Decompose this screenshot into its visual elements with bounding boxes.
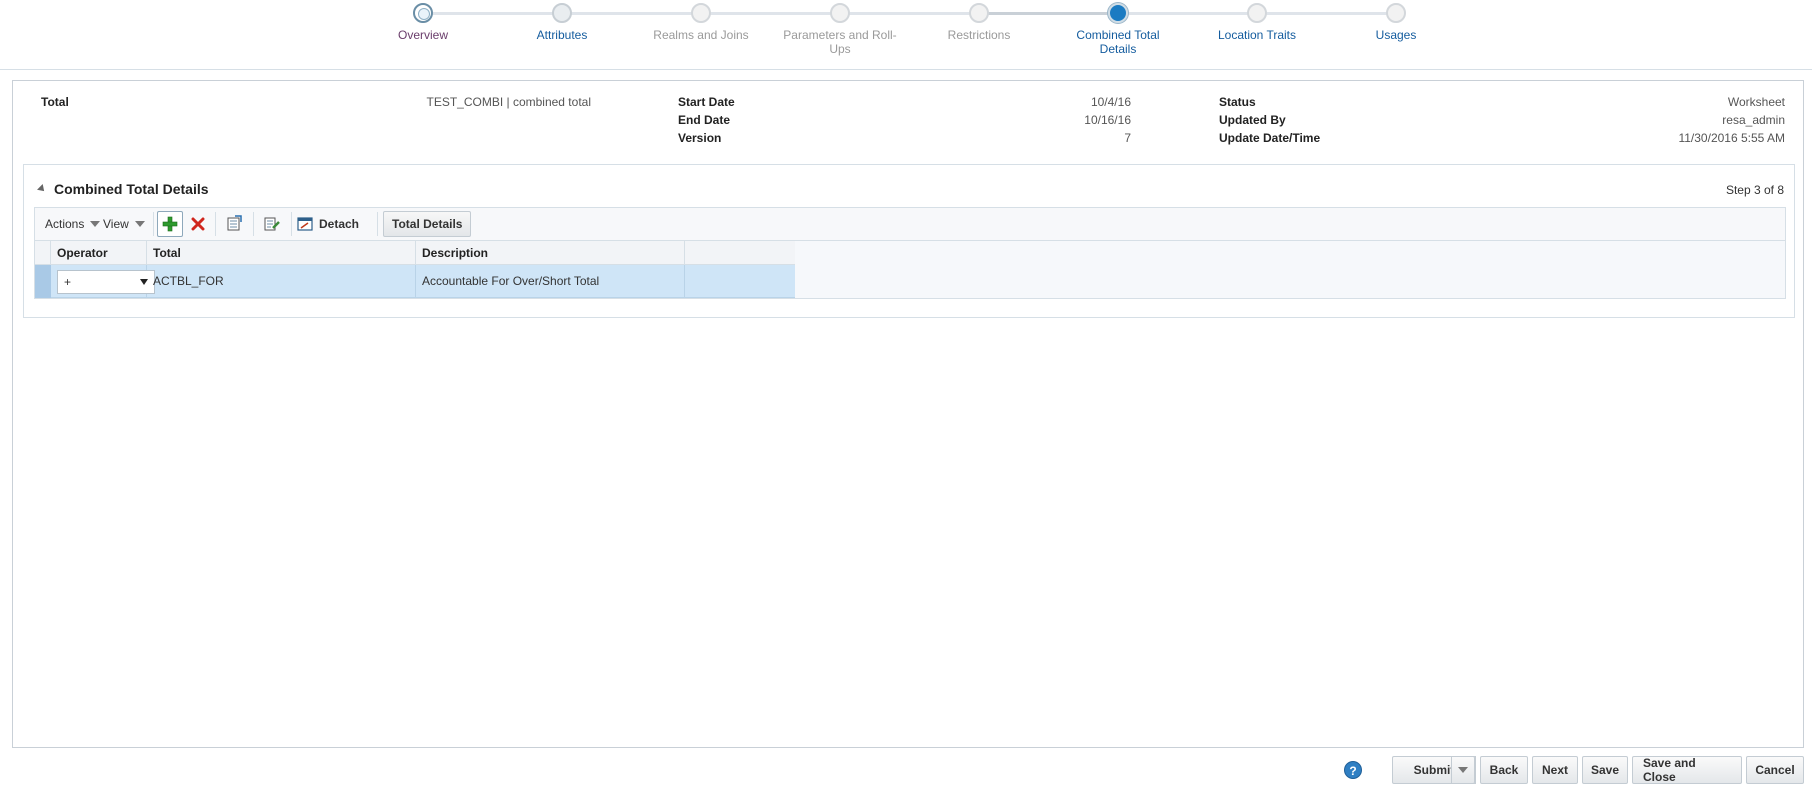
edit-button[interactable]	[259, 211, 285, 237]
train-stop-label[interactable]: Location Traits	[1187, 28, 1327, 42]
column-header-total[interactable]: Total	[147, 241, 416, 265]
toolbar-separator	[153, 212, 154, 236]
update-datetime-label: Update Date/Time	[1219, 131, 1321, 145]
column-header-description[interactable]: Description	[416, 241, 685, 265]
next-label: Next	[1542, 763, 1569, 777]
train-stop-realms-and-joins[interactable]: Realms and Joins	[631, 3, 771, 42]
detach-button[interactable]: Detach	[297, 208, 359, 240]
toolbar-separator	[253, 212, 254, 236]
combined-total-table: Operator Total Description + ACTBL_FOR A…	[34, 241, 1786, 299]
start-date-value: 10/4/16	[1090, 95, 1131, 109]
save-and-close-label: Save and Close	[1643, 756, 1696, 784]
delete-x-icon	[191, 217, 205, 231]
version-value: 7	[1124, 131, 1131, 145]
train-stop-usages-dot[interactable]	[1386, 3, 1406, 23]
train-stop-label[interactable]: Combined Total Details	[1068, 28, 1168, 56]
collapse-triangle-icon[interactable]	[37, 184, 47, 194]
table-toolbar: Actions View Detach Total Details	[34, 207, 1786, 241]
train-stop-restrictions[interactable]: Restrictions	[909, 3, 1049, 42]
train-stop-parameters[interactable]: Parameters and Roll-Ups	[770, 3, 910, 56]
row-selector[interactable]	[35, 265, 51, 298]
train-stop-attributes[interactable]: Attributes	[492, 3, 632, 42]
section-title: Combined Total Details	[54, 181, 209, 197]
train-stop-combined-total-details[interactable]: Combined Total Details	[1048, 3, 1188, 56]
actions-menu[interactable]: Actions	[45, 208, 101, 240]
view-menu[interactable]: View	[103, 208, 145, 240]
next-button[interactable]: Next	[1532, 756, 1578, 784]
cell-description: Accountable For Over/Short Total	[416, 265, 685, 298]
updated-by-value: resa_admin	[1722, 113, 1785, 127]
version-label: Version	[678, 131, 722, 145]
export-button[interactable]	[221, 211, 247, 237]
train-stop-label[interactable]: Overview	[353, 28, 493, 42]
train-stop-restrictions-dot[interactable]	[969, 3, 989, 23]
train-stop-current-dot[interactable]	[1108, 3, 1128, 23]
cell-total: ACTBL_FOR	[147, 265, 416, 298]
process-train: Overview Attributes Realms and Joins Par…	[0, 0, 1812, 70]
toolbar-separator	[215, 212, 216, 236]
plus-icon	[162, 216, 178, 232]
add-row-button[interactable]	[157, 211, 183, 237]
train-stop-label[interactable]: Restrictions	[909, 28, 1049, 42]
chevron-down-icon	[90, 221, 101, 227]
operator-select-value: +	[64, 275, 72, 289]
end-date-value: 10/16/16	[1084, 113, 1131, 127]
train-stop-label[interactable]: Attributes	[492, 28, 632, 42]
save-label: Save	[1590, 763, 1620, 777]
detach-window-icon	[297, 217, 313, 231]
total-details-label: Total Details	[392, 217, 463, 231]
cell-operator: +	[51, 265, 155, 298]
update-datetime-value: 11/30/2016 5:55 AM	[1678, 131, 1785, 145]
submit-menu-button[interactable]	[1451, 756, 1475, 784]
actions-menu-label: Actions	[45, 217, 85, 231]
train-stop-overview[interactable]: Overview	[353, 3, 493, 42]
table-header: Operator Total Description	[35, 241, 795, 265]
cancel-label: Cancel	[1755, 763, 1795, 777]
train-stop-usages[interactable]: Usages	[1326, 3, 1466, 42]
save-and-close-button[interactable]: Save and Close	[1632, 756, 1742, 784]
row-header-corner	[35, 241, 51, 265]
main-panel: Total TEST_COMBI | combined total Start …	[12, 80, 1804, 748]
toolbar-separator	[377, 212, 378, 236]
back-label: Back	[1489, 763, 1519, 777]
submit-label: Submit	[1413, 763, 1455, 777]
detach-label: Detach	[319, 217, 360, 231]
train-stop-label[interactable]: Parameters and Roll-Ups	[780, 28, 900, 56]
cancel-button[interactable]: Cancel	[1746, 756, 1804, 784]
step-indicator: Step 3 of 8	[1725, 183, 1784, 197]
back-button[interactable]: Back	[1480, 756, 1528, 784]
help-icon[interactable]: ?	[1344, 761, 1362, 779]
train-stop-label[interactable]: Usages	[1326, 28, 1466, 42]
chevron-down-icon	[1458, 767, 1468, 773]
total-label: Total	[41, 95, 69, 109]
updated-by-label: Updated By	[1219, 113, 1286, 127]
train-stop-location-traits[interactable]: Location Traits	[1187, 3, 1327, 42]
column-header-operator[interactable]: Operator	[51, 241, 147, 265]
train-stop-overview-dot[interactable]	[413, 3, 433, 23]
operator-select[interactable]: +	[57, 270, 155, 294]
export-spreadsheet-icon	[227, 215, 242, 231]
chevron-down-icon	[134, 221, 145, 227]
table-row[interactable]: + ACTBL_FOR Accountable For Over/Short T…	[35, 265, 795, 298]
train-stop-location-traits-dot[interactable]	[1247, 3, 1267, 23]
section-header[interactable]: Combined Total Details	[37, 181, 209, 197]
train-stop-parameters-dot[interactable]	[830, 3, 850, 23]
status-value: Worksheet	[1727, 95, 1785, 109]
total-value: TEST_COMBI | combined total	[426, 95, 591, 109]
save-button[interactable]: Save	[1582, 756, 1628, 784]
train-stop-label[interactable]: Realms and Joins	[631, 28, 771, 42]
end-date-label: End Date	[678, 113, 731, 127]
total-header-info: Total TEST_COMBI | combined total Start …	[13, 81, 1803, 161]
view-menu-label: View	[103, 217, 129, 231]
edit-document-icon	[264, 217, 280, 231]
toolbar-separator	[291, 212, 292, 236]
delete-row-button[interactable]	[185, 211, 211, 237]
total-details-button[interactable]: Total Details	[383, 211, 472, 237]
combined-total-details-section: Combined Total Details Step 3 of 8 Actio…	[23, 164, 1795, 318]
train-stop-attributes-dot[interactable]	[552, 3, 572, 23]
start-date-label: Start Date	[678, 95, 735, 109]
status-label: Status	[1219, 95, 1256, 109]
train-stop-realms-dot[interactable]	[691, 3, 711, 23]
